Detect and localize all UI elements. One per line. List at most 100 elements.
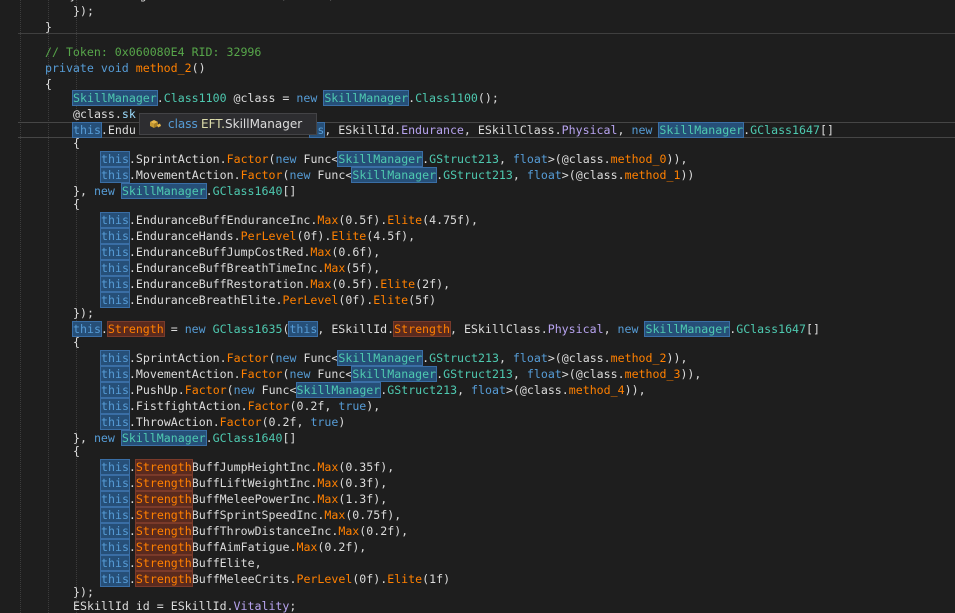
code-token: method_2 xyxy=(135,61,192,75)
code-line[interactable]: }, new SkillManager.GClass1640[] xyxy=(73,183,296,199)
code-token: new xyxy=(93,184,115,198)
code-token: BuffElite xyxy=(191,556,255,570)
code-token: Factor xyxy=(219,415,262,429)
code-token: new xyxy=(275,351,297,365)
code-token: >(@class. xyxy=(547,152,611,166)
code-token: Factor xyxy=(247,399,290,413)
code-token: SkillManager xyxy=(72,90,158,106)
code-line[interactable]: this.MovementAction.Factor(new Func<Skil… xyxy=(100,167,694,183)
code-line[interactable]: this.StrengthBuffAimFatigue.Max(0.2f), xyxy=(100,539,367,555)
code-token: BuffJumpHeightInc xyxy=(191,460,311,474)
code-line[interactable]: { xyxy=(45,76,52,92)
code-line[interactable]: this.StrengthBuffLiftWeightInc.Max(0.3f)… xyxy=(100,475,387,491)
code-line[interactable]: this.StrengthBuffMeleeCrits.PerLevel(0f)… xyxy=(100,571,450,587)
code-token: Factor xyxy=(226,152,269,166)
code-line[interactable]: this.StrengthBuffElite, xyxy=(100,555,262,571)
code-line[interactable]: this.PushUp.Factor(new Func<SkillManager… xyxy=(100,382,646,398)
code-token: Factor xyxy=(240,168,283,182)
code-line[interactable]: this.EnduranceBuffEnduranceInc.Max(0.5f)… xyxy=(100,212,478,228)
code-token: . xyxy=(128,460,136,474)
code-token: { xyxy=(45,77,52,91)
code-token: . xyxy=(128,572,136,586)
code-token: (0f). xyxy=(352,572,388,586)
code-token: . xyxy=(233,229,241,243)
code-token: . xyxy=(28,0,35,2)
code-token: this xyxy=(100,555,130,571)
code-token: { xyxy=(73,335,80,349)
code-token: Elite xyxy=(387,572,423,586)
code-token: . xyxy=(128,540,136,554)
code-line[interactable]: { xyxy=(73,196,80,212)
code-token: ThrowAction xyxy=(135,415,213,429)
code-token: Max xyxy=(324,508,346,522)
code-line[interactable]: this.StrengthBuffSprintSpeedInc.Max(0.75… xyxy=(100,507,401,523)
code-token: new xyxy=(233,383,255,397)
code-line[interactable]: }); xyxy=(73,305,94,321)
code-token: , ESkillClass. xyxy=(463,123,562,137)
code-line[interactable]: @class.sk xyxy=(73,106,136,122)
code-token: float xyxy=(471,383,506,397)
code-line[interactable]: this.EnduranceBuffRestoration.Max(0.5f).… xyxy=(100,276,450,292)
code-line[interactable]: this.MovementAction.Factor(new Func<Skil… xyxy=(100,366,701,382)
code-token: SprintAction xyxy=(135,351,220,365)
code-token: this xyxy=(100,571,130,587)
code-line[interactable]: { xyxy=(73,443,80,459)
code-line[interactable]: { xyxy=(73,334,80,350)
code-line[interactable]: this.ThrowAction.Factor(0.2f, true) xyxy=(100,414,345,430)
code-token: this xyxy=(100,260,130,276)
code-token: . xyxy=(128,277,136,291)
code-token: (0.5f). xyxy=(338,213,388,227)
code-token: . xyxy=(128,351,136,365)
code-line[interactable]: private void method_2() xyxy=(45,60,206,76)
code-token: , ESkillId. xyxy=(317,322,395,336)
code-line[interactable]: this.SprintAction.Factor(new Func<SkillM… xyxy=(100,350,687,366)
code-token: this xyxy=(100,244,130,260)
code-line[interactable]: // Token: 0x060080E4 RID: 32996 xyxy=(45,44,261,60)
code-token: , xyxy=(617,123,632,137)
code-token: method_4 xyxy=(568,383,625,397)
code-line[interactable]: this.SprintAction.Factor(new Func<SkillM… xyxy=(100,151,687,167)
code-token: , xyxy=(498,351,513,365)
code-line[interactable]: this.EnduranceBuffBreathTimeInc.Max(5f), xyxy=(100,260,380,276)
code-token: (5f) xyxy=(408,293,437,307)
code-line[interactable]: this.Strength = new GClass1635(this, ESk… xyxy=(72,321,820,337)
code-token: (0.2f), xyxy=(317,540,367,554)
code-token: this xyxy=(100,366,130,382)
code-line[interactable]: } xyxy=(45,19,52,35)
code-token: Strength xyxy=(134,571,193,587)
code-token: this xyxy=(288,321,319,337)
code-token: EnduranceBuffRestoration xyxy=(135,277,304,291)
code-token: Factor xyxy=(240,367,283,381)
code-token: >(@class. xyxy=(505,383,569,397)
code-line[interactable]: this.MemoryMethodForgetPerLevel.PerLevel… xyxy=(0,0,335,3)
code-token: (0.2f, xyxy=(261,415,311,429)
code-line[interactable]: this.StrengthBuffMeleePowerInc.Max(1.3f)… xyxy=(100,491,387,507)
code-line[interactable]: this.EnduranceBreathElite.PerLevel(0f).E… xyxy=(100,292,437,308)
code-token: ( xyxy=(226,383,234,397)
code-line[interactable]: this.EnduranceHands.PerLevel(0f).Elite(4… xyxy=(100,228,415,244)
code-line[interactable]: }, new SkillManager.GClass1640[] xyxy=(73,430,296,446)
code-token: GClass1635 xyxy=(212,322,283,336)
code-token: Elite xyxy=(380,277,416,291)
code-line[interactable]: }); xyxy=(73,3,94,19)
code-line[interactable]: ESkillId id = ESkillId.Vitality; xyxy=(73,598,296,613)
code-token: this xyxy=(100,459,130,475)
code-token: . xyxy=(275,293,283,307)
code-editor[interactable]: this.MemoryMethodForgetPerLevel.PerLevel… xyxy=(0,0,955,613)
code-token: true xyxy=(310,415,339,429)
code-token: (0.2f, xyxy=(289,399,339,413)
code-line[interactable]: this.StrengthBuffJumpHeightInc.Max(0.35f… xyxy=(100,459,394,475)
code-line[interactable]: this.StrengthBuffThrowDistanceInc.Max(0.… xyxy=(100,523,408,539)
code-token: Strength xyxy=(134,555,193,571)
code-token: ( xyxy=(268,351,276,365)
code-token: } xyxy=(45,20,52,34)
code-line[interactable]: this.EnduranceBuffJumpCostRed.Max(0.6f), xyxy=(100,244,380,260)
code-token: >(@class. xyxy=(561,168,625,182)
tooltip-keyword: class xyxy=(168,117,198,131)
code-line[interactable]: SkillManager.Class1100 @class = new Skil… xyxy=(72,90,499,106)
code-token: float xyxy=(512,152,548,166)
code-token: Endu xyxy=(107,123,136,137)
code-line[interactable]: { xyxy=(73,135,80,151)
code-line[interactable]: this.FistfightAction.Factor(0.2f, true), xyxy=(100,398,380,414)
